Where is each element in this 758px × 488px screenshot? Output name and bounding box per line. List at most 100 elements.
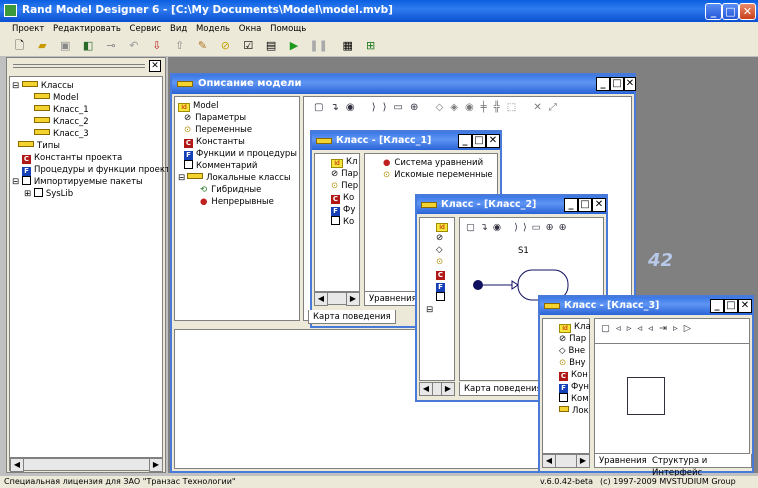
class2-title-bar[interactable]: Класс - [Класс_2] _ □ ✕: [417, 196, 606, 214]
properties-icon[interactable]: ◧: [81, 38, 96, 53]
minimize-icon[interactable]: _: [458, 134, 472, 148]
tree-item-syslib[interactable]: ⊞ SysLib: [12, 188, 160, 200]
class2-tree-item[interactable]: ⊟: [422, 304, 452, 316]
maximize-icon[interactable]: □: [472, 134, 486, 148]
tree-item-class1[interactable]: Класс_1: [12, 104, 160, 116]
class2-tree-item[interactable]: C: [422, 268, 452, 280]
tab-behavior-map[interactable]: Карта поведения: [308, 310, 396, 324]
transition-icon[interactable]: ⟩⟩▭⊕: [372, 102, 426, 113]
select-icon[interactable]: ▢↴◉: [466, 222, 506, 233]
menu-help[interactable]: Помощь: [270, 24, 306, 34]
class3-tree-item[interactable]: ◇ Вне: [545, 345, 587, 357]
connect-icon[interactable]: ⊸: [104, 38, 119, 53]
calculator-icon[interactable]: ▦: [340, 38, 355, 53]
class3-tree-item[interactable]: Лок: [545, 405, 589, 417]
tree-item-types[interactable]: Типы: [12, 140, 160, 152]
shape-icon[interactable]: ◇◈◉╪╬⬚: [436, 102, 524, 113]
class2-tree-item[interactable]: Id: [422, 220, 452, 232]
maximize-icon[interactable]: □: [724, 299, 738, 313]
close-icon[interactable]: ✕: [486, 134, 500, 148]
scroll-right-icon[interactable]: ▶: [149, 458, 163, 472]
block-icon[interactable]: ▢◃▹◃◃⇥▹▷: [601, 323, 697, 334]
model-tree-item[interactable]: C Константы: [178, 136, 296, 148]
build-icon[interactable]: ▤: [264, 38, 279, 53]
menu-project[interactable]: Проект: [12, 24, 44, 34]
class3-tree-item[interactable]: ⊘ Пар: [545, 333, 587, 345]
tree-item-model[interactable]: Model: [12, 92, 160, 104]
minimize-icon[interactable]: _: [710, 299, 724, 313]
class1-tree-item[interactable]: F Фу: [317, 204, 357, 216]
run-icon[interactable]: ▶: [287, 38, 302, 53]
transition-icon[interactable]: ⟩⟩▭⊕⊕: [514, 222, 571, 233]
class3-title-bar[interactable]: Класс - [Класс_3] _ □ ✕: [540, 297, 752, 315]
tab-structure-interface[interactable]: Структура и Интерфейс: [648, 454, 752, 478]
model-tree-item[interactable]: ⊙ Переменные: [178, 124, 296, 136]
scroll-left-icon[interactable]: ◀: [419, 382, 433, 396]
tree-item-class3[interactable]: Класс_3: [12, 128, 160, 140]
check-icon[interactable]: ⊘: [218, 38, 233, 53]
new-icon[interactable]: 🗋: [12, 38, 27, 53]
class1-tree-item[interactable]: Ко: [317, 216, 357, 228]
class3-tree-item[interactable]: ⊙ Вну: [545, 357, 587, 369]
save-icon[interactable]: ▣: [58, 38, 73, 53]
tab-behavior-map[interactable]: Карта поведения: [459, 382, 547, 396]
tree-item-class2[interactable]: Класс_2: [12, 116, 160, 128]
minimize-icon[interactable]: _: [596, 77, 610, 91]
app-title-bar[interactable]: Rand Model Designer 6 - [C:\My Documents…: [0, 0, 758, 22]
close-icon[interactable]: ✕: [624, 77, 636, 91]
class1-title-bar[interactable]: Класс - [Класс_1] _ □ ✕: [312, 132, 500, 150]
pause-icon[interactable]: ❚❚: [309, 38, 327, 53]
tree-item-packages[interactable]: ⊟ Импортируемые пакеты: [12, 176, 160, 188]
class1-tree-item[interactable]: C Ко: [317, 192, 357, 204]
class2-scrollbar[interactable]: ◀ ▶: [419, 382, 455, 396]
scroll-right-icon[interactable]: ▶: [576, 454, 590, 468]
class3-tree-item[interactable]: Id Кла: [545, 321, 591, 333]
class2-tree-item[interactable]: [422, 292, 452, 304]
open-icon[interactable]: ▰: [35, 38, 50, 53]
delete-icon[interactable]: ✕⤢: [533, 102, 563, 113]
tab-equations[interactable]: Уравнения: [594, 454, 652, 468]
model-tree-item[interactable]: ⊟ Локальные классы: [178, 172, 296, 184]
close-icon[interactable]: ✕: [592, 198, 606, 212]
minimize-icon[interactable]: _: [564, 198, 578, 212]
tree-item-functions[interactable]: F Процедуры и функции проект: [12, 164, 170, 176]
model-tree-item[interactable]: Id Model: [178, 100, 296, 112]
class1-scrollbar[interactable]: ◀ ▶: [314, 292, 360, 306]
maximize-icon[interactable]: □: [610, 77, 624, 91]
close-icon[interactable]: ✕: [738, 299, 752, 313]
model-tree-item[interactable]: Комментарий: [178, 160, 296, 172]
menu-view[interactable]: Вид: [170, 24, 187, 34]
undo-icon[interactable]: ↶: [126, 38, 141, 53]
scroll-left-icon[interactable]: ◀: [542, 454, 556, 468]
model-window-title-bar[interactable]: Описание модели _ □ ✕: [172, 75, 636, 94]
class3-tree-item[interactable]: F Фун: [545, 381, 589, 393]
scroll-left-icon[interactable]: ◀: [10, 458, 24, 472]
class1-tree-item[interactable]: ⊙ Пер: [317, 180, 358, 192]
import-icon[interactable]: ⇧: [172, 38, 187, 53]
export-icon[interactable]: ⇩: [149, 38, 164, 53]
panel-close-icon[interactable]: ✕: [149, 60, 161, 72]
compile-icon[interactable]: ☑: [241, 38, 256, 53]
menu-model[interactable]: Модель: [196, 24, 230, 34]
equations-item[interactable]: ● Система уравнений: [369, 157, 493, 169]
tree-item-constants[interactable]: C Константы проекта: [12, 152, 160, 164]
select-icon[interactable]: ▢↴◉: [314, 102, 362, 113]
model-tree-item[interactable]: ⊘ Параметры: [178, 112, 296, 124]
class1-tree-item[interactable]: Id Кл: [317, 156, 357, 168]
class3-tree-item[interactable]: Ком: [545, 393, 589, 405]
model-tree-item[interactable]: F Функции и процедуры: [178, 148, 297, 160]
model-tree-item[interactable]: ⟲ Гибридные: [178, 184, 296, 196]
maximize-icon[interactable]: □: [722, 3, 739, 20]
close-icon[interactable]: ✕: [739, 3, 756, 20]
horizontal-scrollbar[interactable]: ◀ ▶: [9, 458, 163, 472]
pencil-icon[interactable]: ✎: [195, 38, 210, 53]
class2-tree-item[interactable]: ⊙: [422, 256, 452, 268]
tree-item-classes[interactable]: ⊟ Классы: [12, 80, 160, 92]
menu-windows[interactable]: Окна: [239, 24, 262, 34]
model-tree-item[interactable]: ● Непрерывные: [178, 196, 296, 208]
menu-edit[interactable]: Редактировать: [53, 24, 121, 34]
maximize-icon[interactable]: □: [578, 198, 592, 212]
equations-item[interactable]: ⊙ Искомые переменные: [369, 169, 493, 181]
class3-scrollbar[interactable]: ◀ ▶: [542, 454, 590, 468]
structure-block[interactable]: [627, 377, 665, 415]
